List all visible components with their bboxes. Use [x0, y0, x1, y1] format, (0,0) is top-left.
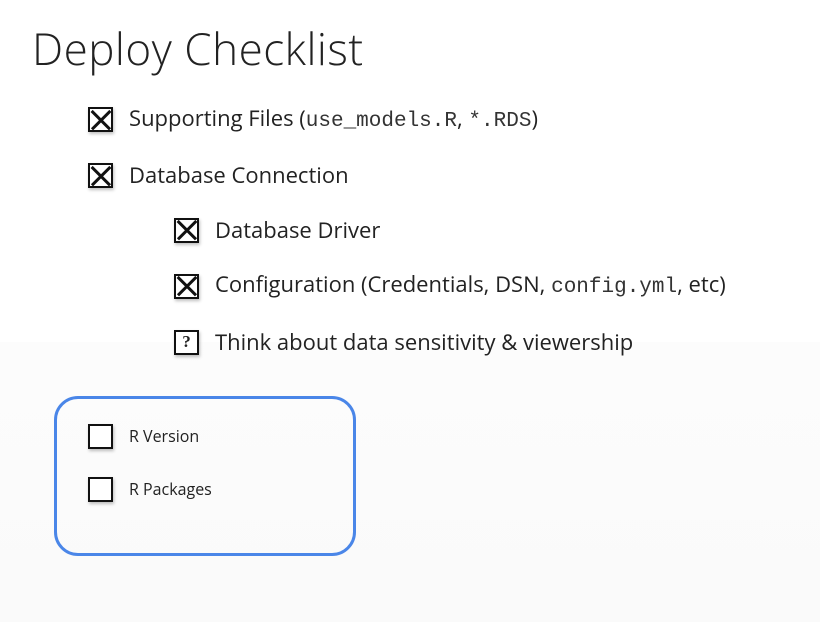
item-label: Supporting Files (use_models.R, *.RDS) [129, 104, 538, 135]
item-label: Database Connection [129, 161, 349, 190]
checklist-item-supporting-files: Supporting Files (use_models.R, *.RDS) [88, 104, 726, 135]
highlighted-group: R Version R Packages [88, 424, 212, 530]
checklist-root: Supporting Files (use_models.R, *.RDS) D… [88, 104, 726, 382]
code-filename: use_models.R [306, 110, 457, 133]
item-label: Think about data sensitivity & viewershi… [215, 328, 633, 357]
checklist-item-configuration: Configuration (Credentials, DSN, config.… [174, 270, 726, 301]
checkbox-checked-icon [174, 218, 199, 243]
checklist-sublist: Database Driver Configuration (Credentia… [174, 216, 726, 356]
checkbox-checked-icon [174, 274, 199, 299]
checklist-item-data-sensitivity: ? Think about data sensitivity & viewers… [174, 328, 726, 357]
checkbox-question-icon: ? [174, 330, 199, 355]
checklist-item-db-driver: Database Driver [174, 216, 726, 245]
checkbox-unchecked-icon [88, 477, 113, 502]
page-title: Deploy Checklist [32, 18, 364, 78]
checklist-item-r-packages: R Packages [88, 477, 212, 502]
checklist-item-r-version: R Version [88, 424, 212, 449]
checkbox-unchecked-icon [88, 424, 113, 449]
item-label: R Packages [129, 479, 212, 500]
checkbox-checked-icon [88, 107, 113, 132]
item-label: Configuration (Credentials, DSN, config.… [215, 270, 726, 301]
checklist-item-db-connection: Database Connection [88, 161, 726, 190]
item-label: Database Driver [215, 216, 380, 245]
code-filename: config.yml [551, 276, 677, 299]
item-label: R Version [129, 426, 199, 447]
checkbox-checked-icon [88, 163, 113, 188]
code-filename: *.RDS [468, 110, 531, 133]
